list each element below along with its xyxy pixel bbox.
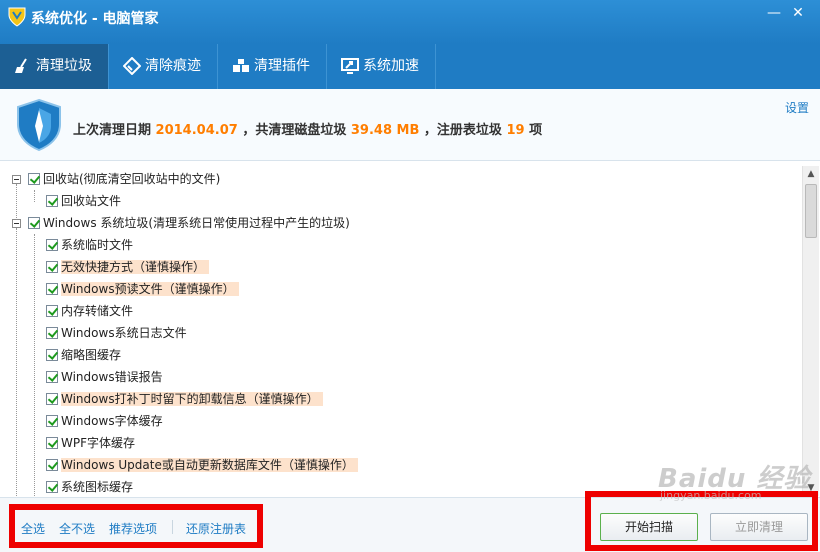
last-clean-summary: 上次清理日期 2014.04.07 ，共清理磁盘垃圾 39.48 MB ，注册表… [73,119,542,138]
tree-item[interactable]: WPF字体缓存 [46,432,135,454]
tree-line [34,190,35,202]
checkbox[interactable] [46,393,58,405]
group-label: Windows 系统垃圾(清理系统日常使用过程中产生的垃圾) [43,216,350,230]
tree-item[interactable]: 回收站文件 [46,190,121,212]
tab-label: 清理插件 [254,58,310,74]
annotation-box [9,504,263,548]
summary-suffix: 项 [529,123,543,138]
item-label: Windows错误报告 [61,370,163,384]
tree-line [16,184,17,224]
tab-clean-junk[interactable]: 清理垃圾 [0,44,109,89]
tree-line [34,234,35,496]
item-label: Windows预读文件（谨慎操作） [61,282,239,296]
tree-item[interactable]: 系统图标缓存 [46,476,133,496]
tree-item[interactable]: 缩略图缓存 [46,344,121,366]
checkbox[interactable] [46,327,58,339]
summary-panel: 上次清理日期 2014.04.07 ，共清理磁盘垃圾 39.48 MB ，注册表… [0,89,820,161]
item-label: Windows系统日志文件 [61,326,187,340]
tree-item[interactable]: Windows预读文件（谨慎操作） [46,278,239,300]
checkbox[interactable] [46,283,58,295]
tree-item[interactable]: 系统临时文件 [46,234,133,256]
plugin-icon [233,59,249,72]
checkbox[interactable] [46,261,58,273]
checkbox[interactable] [46,195,58,207]
collapse-icon[interactable] [12,175,21,184]
item-label: 内存转储文件 [61,304,134,318]
checkbox[interactable] [46,437,58,449]
tree-item[interactable]: Windows字体缓存 [46,410,163,432]
checkbox[interactable] [46,371,58,383]
tree-item[interactable]: 内存转储文件 [46,300,133,322]
eraser-icon [123,57,141,75]
checkbox[interactable] [46,349,58,361]
tab-label: 系统加速 [363,58,419,74]
item-label: 回收站文件 [61,194,122,208]
item-label: Windows打补丁时留下的卸载信息（谨慎操作） [61,392,323,406]
tab-clear-traces[interactable]: 清除痕迹 [109,44,218,89]
tree-item[interactable]: Windows Update或自动更新数据库文件（谨慎操作） [46,454,358,476]
title-bar: 系统优化 - 电脑管家 — ✕ [0,0,820,44]
checkbox[interactable] [46,415,58,427]
summary-prefix: 上次清理日期 [73,123,152,138]
minimize-button[interactable]: — [762,4,786,22]
registry-count: 19 [506,123,525,138]
shield-icon [17,98,61,152]
window-title: 系统优化 - 电脑管家 [31,11,159,27]
checkbox[interactable] [46,239,58,251]
item-label: Windows Update或自动更新数据库文件（谨慎操作） [61,458,358,472]
tree-line [16,228,17,496]
tab-clean-plugins[interactable]: 清理插件 [218,44,327,89]
group-label: 回收站(彻底清空回收站中的文件) [43,172,221,186]
checkbox[interactable] [46,459,58,471]
cleanup-tree: 回收站(彻底清空回收站中的文件) 回收站文件 Windows 系统垃圾(清理系统… [6,166,802,496]
item-label: 系统图标缓存 [61,480,134,494]
speedup-icon [341,58,359,74]
item-label: 无效快捷方式（谨慎操作） [61,260,210,274]
last-clean-date: 2014.04.07 [155,123,238,138]
checkbox[interactable] [46,305,58,317]
close-button[interactable]: ✕ [786,4,810,22]
tab-bar: 清理垃圾 清除痕迹 清理插件 系统加速 [0,44,820,89]
item-label: 缩略图缓存 [61,348,122,362]
checkbox[interactable] [46,481,58,493]
item-label: Windows字体缓存 [61,414,163,428]
tree-item[interactable]: Windows错误报告 [46,366,163,388]
tree-item[interactable]: 无效快捷方式（谨慎操作） [46,256,210,278]
summary-middle: ，共清理磁盘垃圾 [242,123,347,138]
tab-label: 清理垃圾 [36,58,92,74]
collapse-icon[interactable] [12,219,21,228]
scroll-up-icon[interactable]: ▲ [803,166,819,182]
summary-registry: ，注册表垃圾 [423,123,502,138]
settings-link[interactable]: 设置 [785,99,809,116]
tree-item[interactable]: Windows打补丁时留下的卸载信息（谨慎操作） [46,388,323,410]
app-logo-icon [8,7,26,27]
item-label: 系统临时文件 [61,238,134,252]
checkbox[interactable] [28,173,40,185]
scroll-thumb[interactable] [805,184,817,238]
broom-icon [15,58,27,73]
cleaned-size: 39.48 MB [350,123,420,138]
vertical-scrollbar[interactable]: ▲ ▼ [802,166,819,496]
watermark-url: jingyan.baidu.com [660,489,762,502]
tab-label: 清除痕迹 [145,58,201,74]
tab-system-speedup[interactable]: 系统加速 [327,44,436,89]
tree-item[interactable]: Windows系统日志文件 [46,322,187,344]
item-label: WPF字体缓存 [61,436,136,450]
checkbox[interactable] [28,217,40,229]
